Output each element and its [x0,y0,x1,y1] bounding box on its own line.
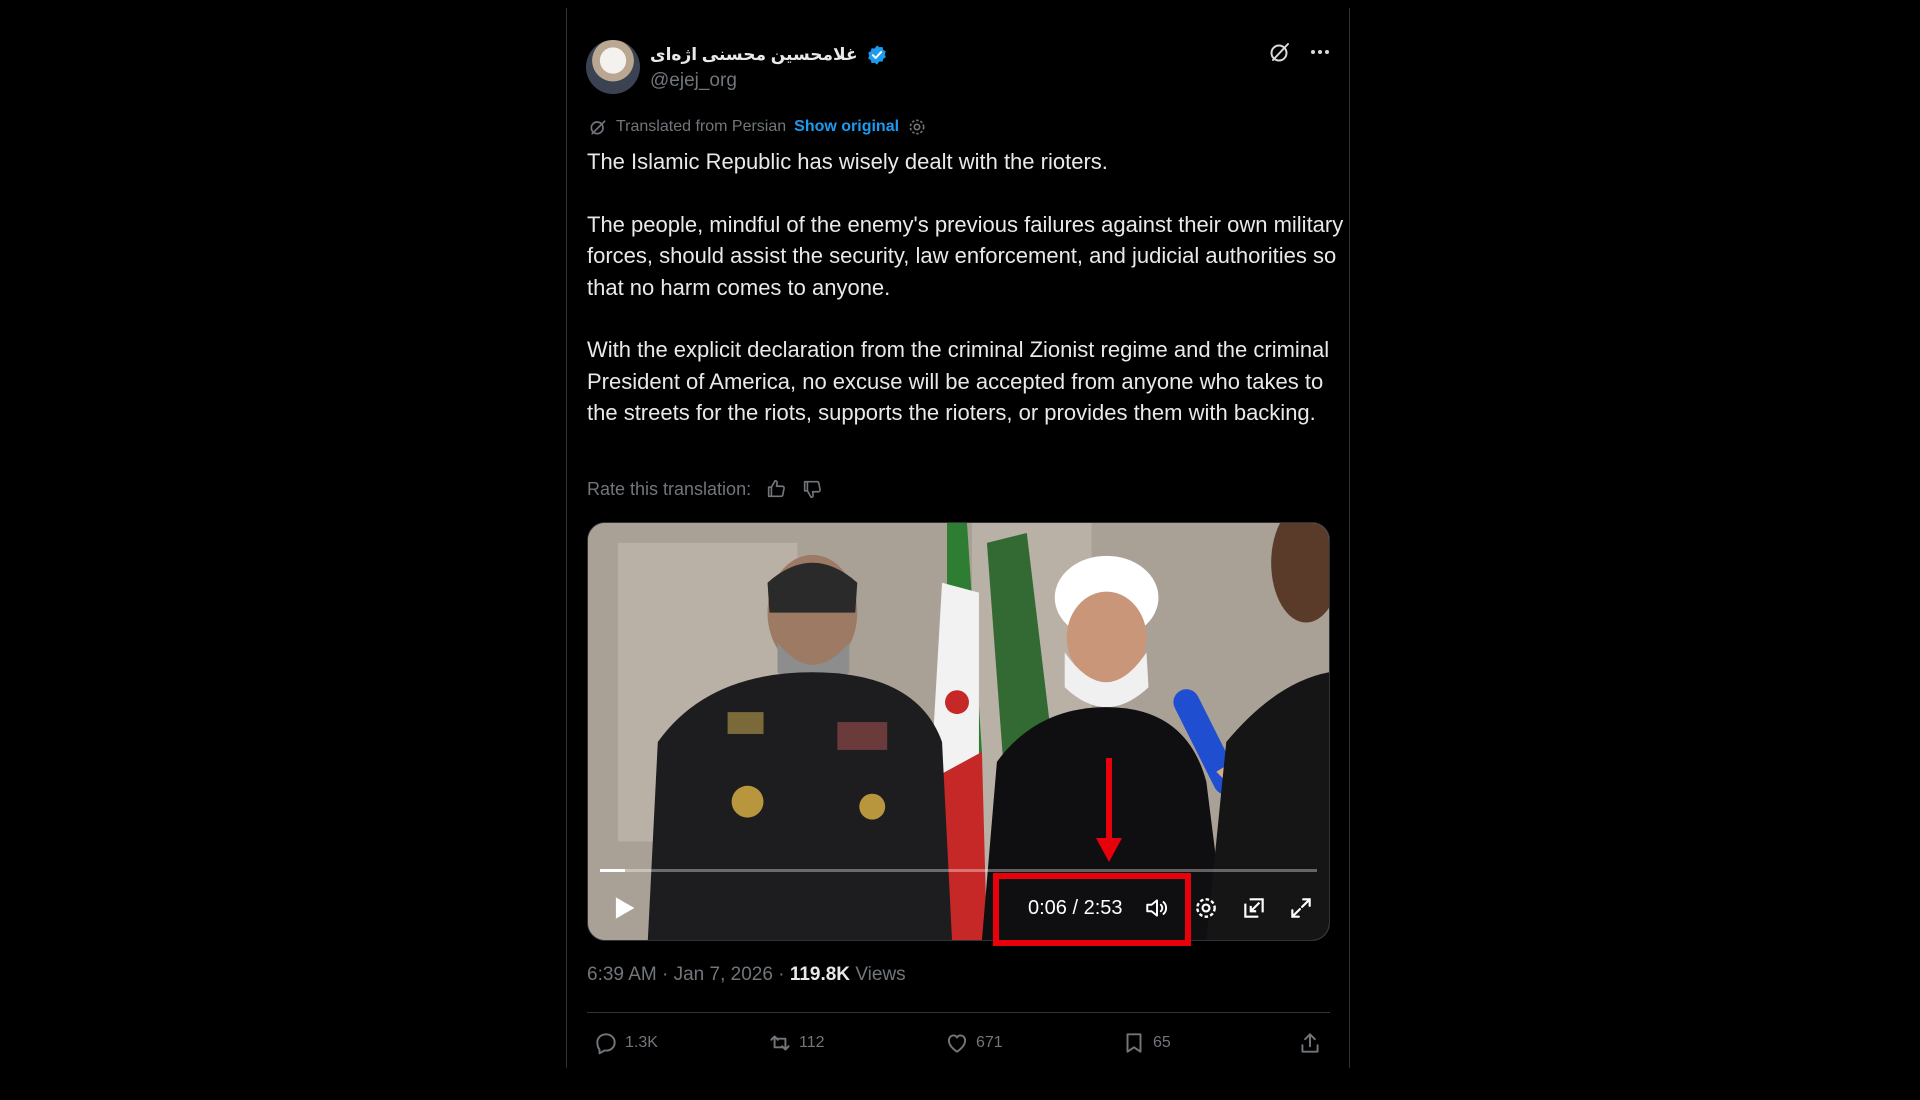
more-options-icon[interactable] [1308,40,1332,64]
author-display-name[interactable]: غلامحسین محسنی اژه‌ای [650,45,858,65]
show-original-link[interactable]: Show original [794,118,899,136]
annotation-highlight-box [993,873,1191,946]
thumbs-down-icon[interactable] [801,478,823,500]
divider [587,1012,1330,1013]
tweet-paragraph: The Islamic Republic has wisely dealt wi… [587,149,1108,174]
settings-icon[interactable] [1193,895,1219,921]
video-player[interactable]: 0:06 / 2:53 [587,522,1330,941]
verified-badge-icon [867,45,886,65]
repost-icon [770,1035,790,1051]
picture-in-picture-icon[interactable] [1241,895,1267,921]
tweet-date[interactable]: Jan 7, 2026 [674,964,773,985]
rate-translation: Rate this translation: [587,478,823,500]
translation-label: Translated from Persian [616,118,787,135]
tweet-paragraph: The people, mindful of the enemy's previ… [587,211,1344,300]
settings-gear-icon[interactable] [907,117,927,137]
tweet-actions: 1.3K 112 671 65 [587,1030,1330,1060]
video-progress-bar[interactable] [600,869,1317,872]
like-button[interactable]: 671 [944,1030,1003,1056]
video-frame [588,523,1329,940]
reply-count: 1.3K [625,1034,658,1051]
fullscreen-icon[interactable] [1288,895,1314,921]
tweet-text: The Islamic Republic has wisely dealt wi… [587,146,1347,460]
translation-notice: Translated from Persian Show original [588,117,927,137]
tweet-meta: 6:39 AM · Jan 7, 2026 · 119.8K Views [587,964,906,985]
repost-button[interactable]: 112 [767,1030,825,1056]
reply-button[interactable]: 1.3K [593,1030,658,1056]
author-name-row[interactable]: غلامحسین محسنی اژه‌ای [650,42,888,68]
play-icon[interactable] [606,891,640,925]
bookmark-count: 65 [1153,1034,1171,1051]
like-count: 671 [976,1034,1003,1051]
author-handle[interactable]: @ejej_org [650,70,737,92]
reply-icon [596,1033,616,1055]
annotation-arrow-head [1096,838,1122,862]
avatar[interactable] [586,40,640,94]
tweet-time[interactable]: 6:39 AM [587,964,657,985]
tweet-paragraph: With the explicit declaration from the c… [587,337,1330,425]
video-progress-fill [600,869,626,872]
share-icon [1301,1033,1319,1053]
views-label: Views [855,964,906,985]
rate-translation-label: Rate this translation: [587,478,752,499]
header-actions [1268,40,1332,64]
thumbs-up-icon[interactable] [765,478,787,500]
views-count: 119.8K [789,964,851,985]
bookmark-icon [1126,1033,1142,1053]
translate-icon [590,120,606,135]
repost-count: 112 [799,1034,825,1051]
annotation-arrow-shaft [1106,758,1112,844]
share-button[interactable] [1297,1030,1323,1056]
heart-icon [947,1034,967,1053]
grok-icon[interactable] [1268,40,1292,64]
video-controls: 0:06 / 2:53 [588,883,1329,933]
bookmark-button[interactable]: 65 [1121,1030,1171,1056]
